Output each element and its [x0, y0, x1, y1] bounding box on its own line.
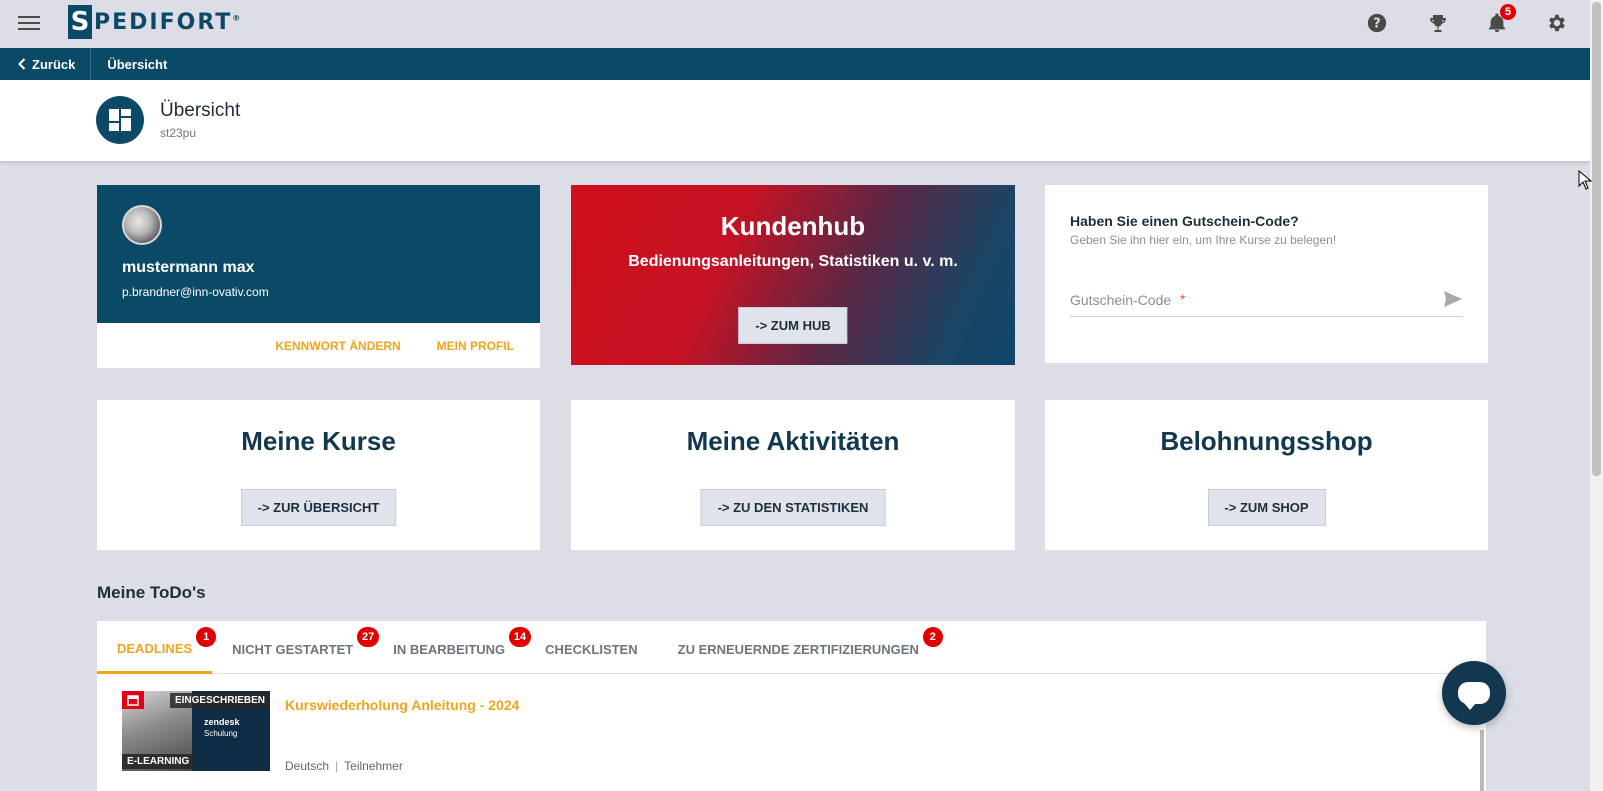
list-scrollbar[interactable]: [1480, 730, 1484, 791]
logo-reg: ®: [232, 13, 243, 23]
my-profile-link[interactable]: Mein Profil: [437, 339, 514, 353]
tab-label: Nicht gestartet: [232, 642, 354, 657]
logo[interactable]: S PEDIFORT®: [68, 4, 242, 40]
voucher-card: Haben Sie einen Gutschein-Code? Geben Si…: [1045, 185, 1488, 363]
voucher-input[interactable]: [1070, 285, 1463, 315]
logo-text: PEDIFORT®: [94, 10, 242, 35]
breadcrumb: Übersicht: [107, 56, 168, 72]
hub-subtitle: Bedienungsanleitungen, Statistiken u. v.…: [628, 253, 958, 270]
tab-label: In Bearbeitung: [393, 642, 506, 657]
profile-card-header: mustermann max p.brandner@inn-ovativ.com: [97, 185, 540, 323]
zendesk-logo: zendesk: [204, 717, 240, 727]
tab-badge: 2: [922, 627, 943, 647]
to-overview-button[interactable]: -> Zur Übersicht: [240, 489, 397, 526]
scrollbar-thumb[interactable]: [1592, 2, 1601, 476]
reward-shop-card: Belohnungsshop -> Zum Shop: [1045, 400, 1488, 550]
my-activities-card: Meine Aktivitäten -> Zu den Statistiken: [571, 400, 1015, 550]
tab-in-progress[interactable]: In Bearbeitung 14: [373, 621, 532, 674]
profile-links: Kennwort ändern Mein Profil: [275, 339, 514, 353]
profile-card: mustermann max p.brandner@inn-ovativ.com…: [97, 185, 540, 368]
todos-tabs: Deadlines 1 Nicht gestartet 27 In Bearbe…: [97, 621, 1486, 674]
voucher-title: Haben Sie einen Gutschein-Code?: [1070, 213, 1299, 229]
tab-label: Zu erneuernde Zertifizierungen: [677, 642, 919, 657]
tab-deadlines[interactable]: Deadlines 1: [97, 621, 217, 674]
voucher-field: *: [1070, 285, 1463, 317]
chat-icon: [1458, 682, 1490, 710]
chat-button[interactable]: [1442, 661, 1506, 725]
gear-icon[interactable]: [1546, 12, 1570, 36]
required-mark: *: [1180, 291, 1186, 307]
to-shop-button[interactable]: -> Zum Shop: [1207, 489, 1326, 526]
course-language: Deutsch: [285, 759, 330, 773]
page-title: Übersicht: [160, 100, 241, 121]
hub-title: Kundenhub: [720, 211, 866, 241]
page-subtitle: st23pu: [160, 126, 197, 140]
tab-label: Checklisten: [545, 642, 638, 657]
tab-checklists[interactable]: Checklisten: [525, 621, 657, 674]
reward-shop-title: Belohnungsshop: [1160, 426, 1373, 456]
back-button[interactable]: Zurück: [0, 48, 92, 80]
voucher-subtitle: Geben Sie ihn hier ein, um Ihre Kurse zu…: [1070, 233, 1337, 247]
page-scrollbar[interactable]: [1590, 0, 1603, 791]
send-icon[interactable]: [1443, 290, 1463, 313]
status-badge: Eingeschrieben: [169, 693, 270, 708]
to-statistics-button[interactable]: -> Zu den Statistiken: [700, 489, 886, 526]
change-password-link[interactable]: Kennwort ändern: [275, 339, 400, 353]
calendar-icon: [122, 691, 144, 709]
meta-separator: |: [335, 759, 339, 773]
to-hub-button[interactable]: -> Zum Hub: [738, 307, 848, 344]
my-courses-card: Meine Kurse -> Zur Übersicht: [97, 400, 540, 550]
chevron-left-icon: [18, 58, 26, 70]
todos-card: Deadlines 1 Nicht gestartet 27 In Bearbe…: [97, 621, 1486, 791]
logo-letter: S: [68, 5, 92, 39]
notification-badge: 5: [1500, 4, 1516, 20]
nav-bar: Zurück Übersicht: [0, 48, 1590, 80]
my-activities-title: Meine Aktivitäten: [686, 426, 900, 456]
profile-name: mustermann max: [122, 259, 255, 276]
back-label: Zurück: [32, 56, 76, 72]
list-item[interactable]: Eingeschrieben zendesk Schulung E-Learni…: [122, 691, 1442, 773]
todos-heading: Meine ToDo's: [97, 583, 206, 602]
help-icon[interactable]: ?: [1366, 12, 1390, 36]
dashboard-icon: [96, 96, 144, 144]
course-meta: Deutsch | Teilnehmer: [285, 759, 403, 773]
tab-label: Deadlines: [117, 640, 193, 656]
avatar[interactable]: [122, 205, 162, 245]
profile-email: p.brandner@inn-ovativ.com: [122, 285, 269, 299]
course-thumbnail[interactable]: Eingeschrieben zendesk Schulung E-Learni…: [122, 691, 270, 771]
menu-icon[interactable]: [18, 13, 40, 33]
hub-card: Kundenhub Bedienungsanleitungen, Statist…: [571, 185, 1015, 365]
course-role: Teilnehmer: [344, 759, 403, 773]
svg-text:?: ?: [1373, 17, 1380, 32]
my-courses-title: Meine Kurse: [241, 426, 396, 456]
bell-icon[interactable]: 5: [1486, 4, 1516, 36]
mouse-cursor-icon: [1578, 169, 1593, 195]
page-header: Übersicht st23pu: [0, 80, 1590, 161]
course-type-badge: E-Learning: [122, 754, 195, 769]
top-icons: ? 5: [1366, 4, 1570, 36]
tab-not-started[interactable]: Nicht gestartet 27: [212, 621, 380, 674]
tab-certifications[interactable]: Zu erneuernde Zertifizierungen 2: [658, 621, 943, 674]
trophy-icon[interactable]: [1426, 12, 1450, 36]
logo-rest: PEDIFORT: [94, 9, 233, 35]
course-title[interactable]: Kurswiederholung Anleitung - 2024: [285, 697, 519, 713]
course-tag: Schulung: [204, 729, 238, 738]
top-bar: S PEDIFORT® ? 5: [0, 0, 1590, 48]
